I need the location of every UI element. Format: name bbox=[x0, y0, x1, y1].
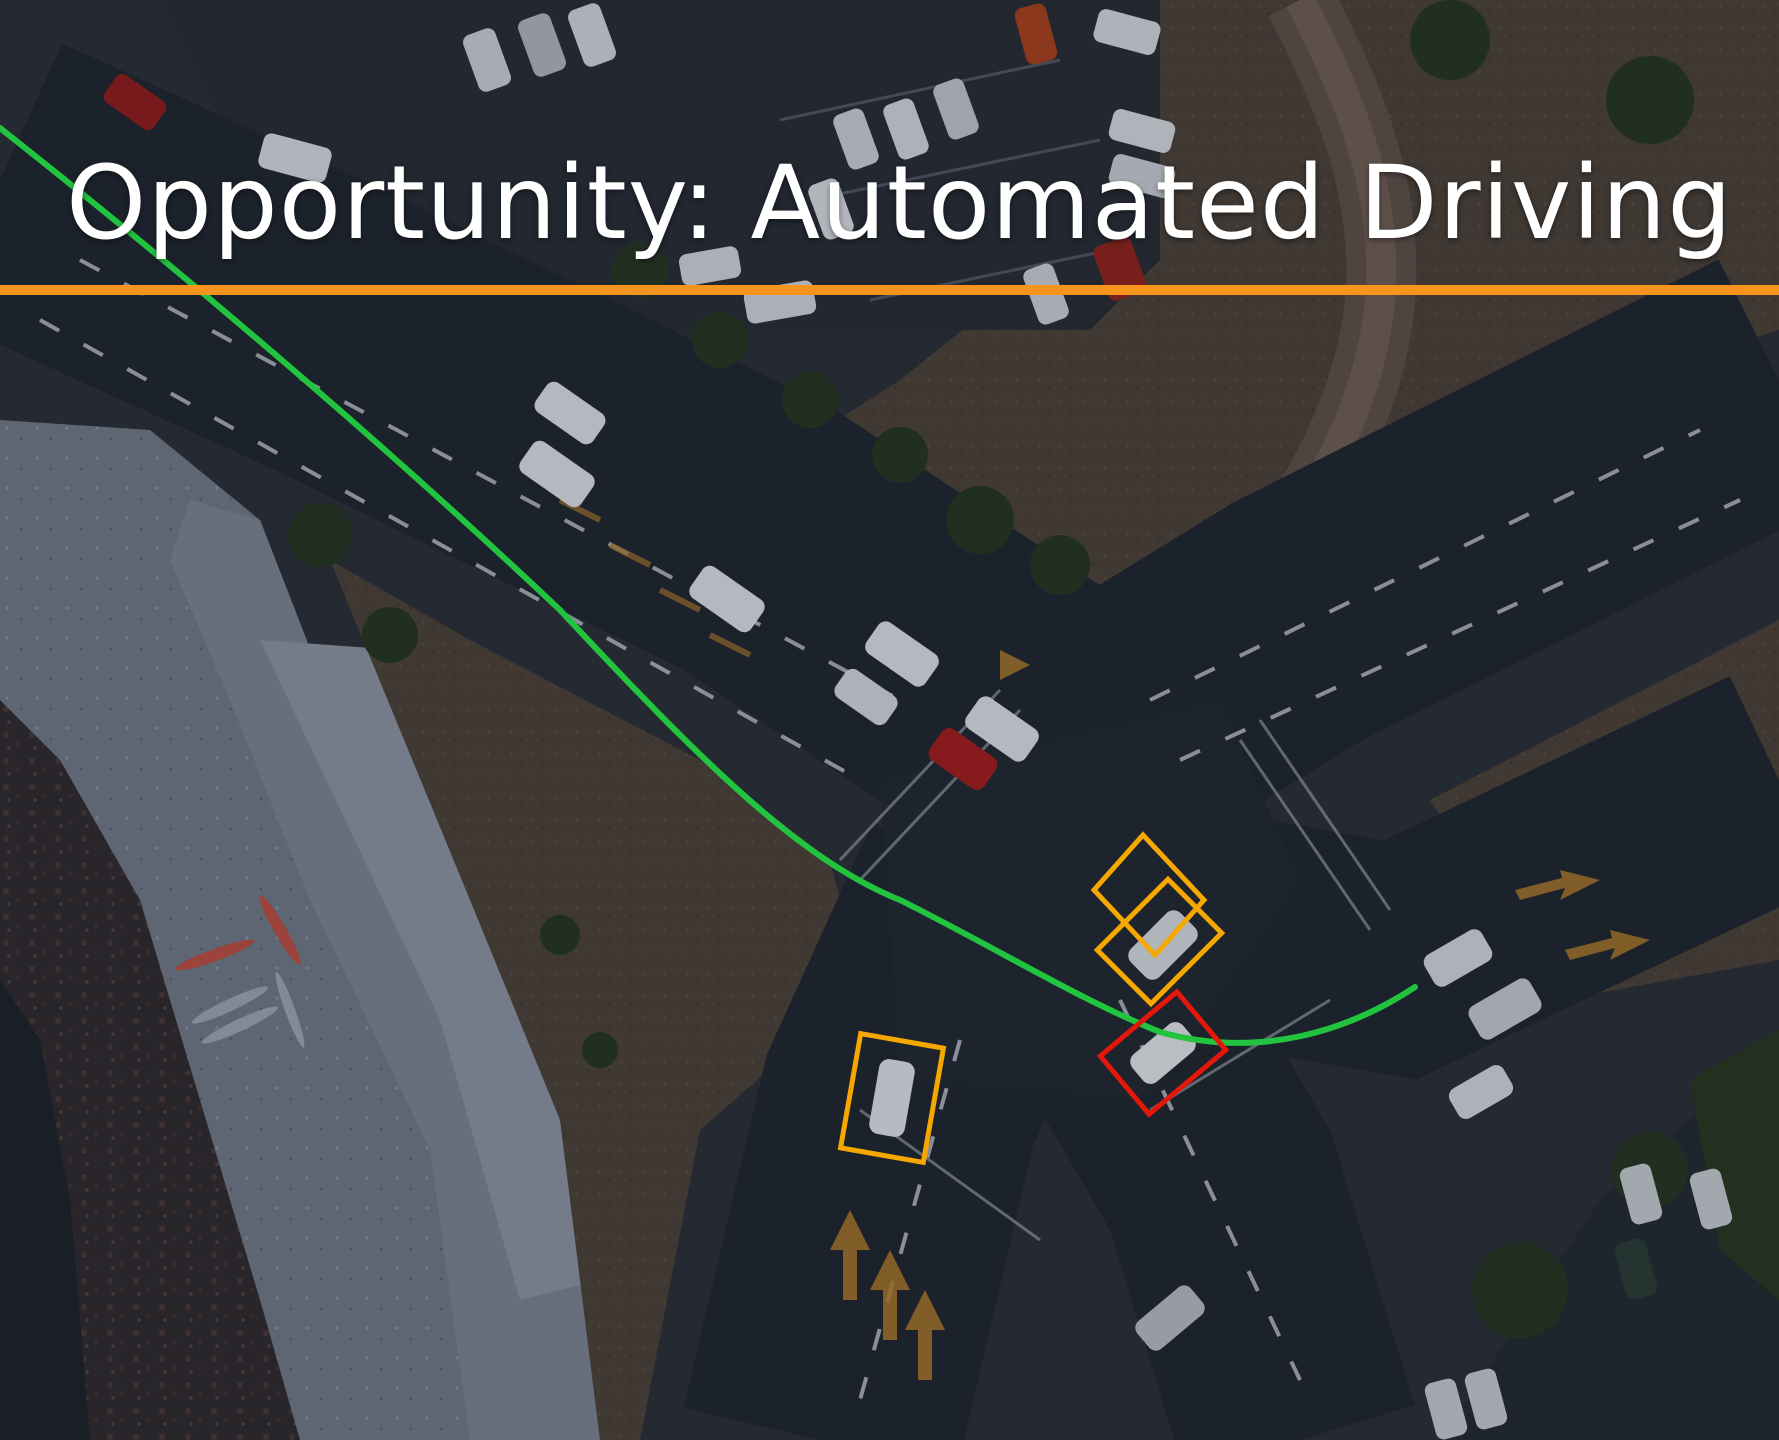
slide: Opportunity: Automated Driving bbox=[0, 0, 1779, 1440]
title-underline-rule bbox=[0, 285, 1779, 295]
slide-title: Opportunity: Automated Driving bbox=[66, 144, 1733, 263]
